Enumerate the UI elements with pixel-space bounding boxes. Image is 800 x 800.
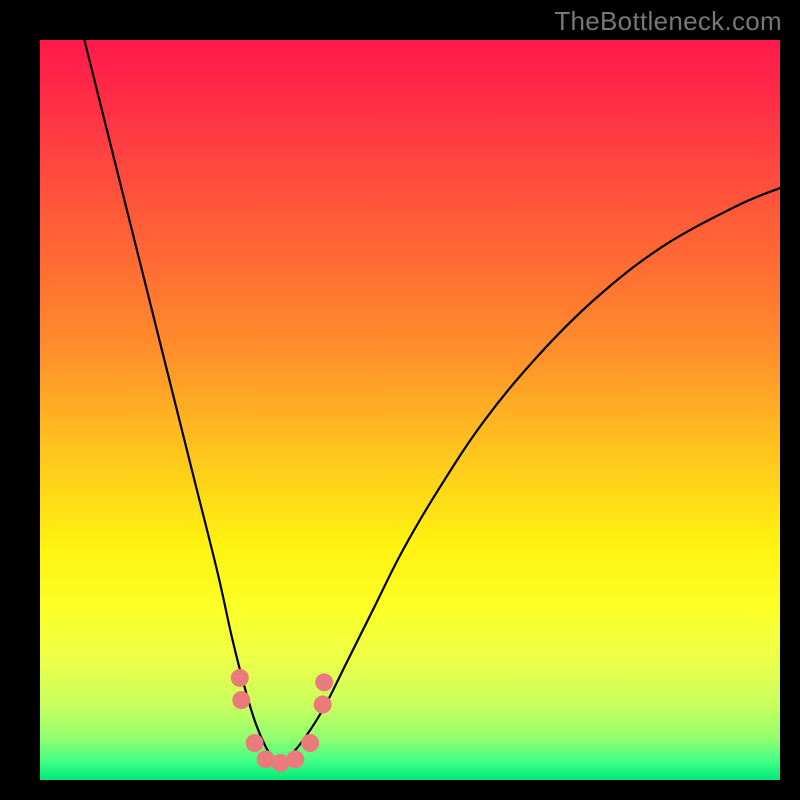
marker-dot: [286, 750, 304, 768]
curve-layer: [40, 40, 780, 780]
marker-dot: [231, 669, 249, 687]
marker-group: [231, 669, 333, 772]
marker-dot: [301, 734, 319, 752]
marker-dot: [246, 734, 264, 752]
right-branch-path: [281, 188, 781, 762]
left-branch-path: [84, 40, 280, 762]
marker-dot: [315, 673, 333, 691]
marker-dot: [314, 696, 332, 714]
watermark-text: TheBottleneck.com: [554, 6, 782, 37]
plot-area: [40, 40, 780, 780]
chart-frame: TheBottleneck.com: [0, 0, 800, 800]
marker-dot: [232, 691, 250, 709]
